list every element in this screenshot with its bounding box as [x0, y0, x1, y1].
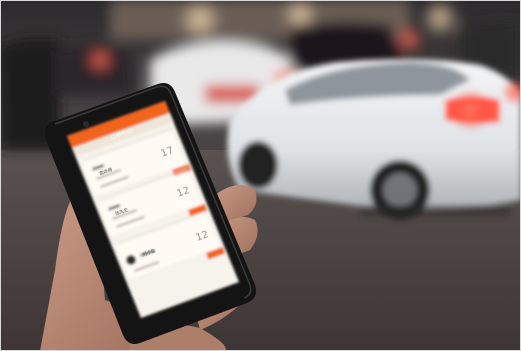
avatar [126, 255, 136, 265]
street-photo: 订单中心 高师傅 17 立即接单 陈先生 12 立即接单 刘小姐 12 立即接单 [0, 0, 521, 351]
camera-icon [83, 121, 89, 127]
